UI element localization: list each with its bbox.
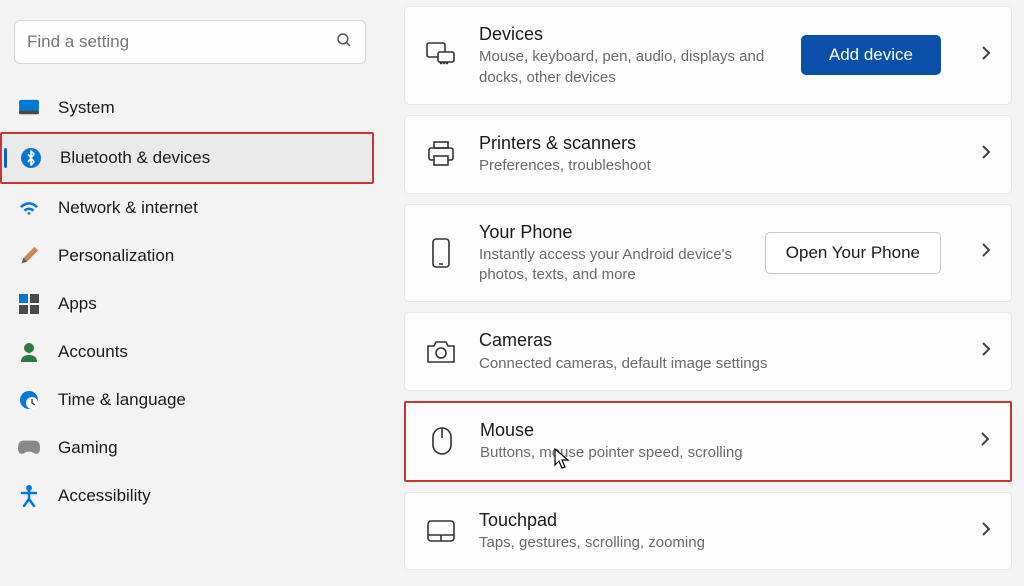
search-icon — [335, 31, 353, 54]
card-cameras[interactable]: Cameras Connected cameras, default image… — [404, 312, 1012, 391]
sidebar-item-bluetooth-devices[interactable]: Bluetooth & devices — [2, 134, 372, 182]
card-devices[interactable]: Devices Mouse, keyboard, pen, audio, dis… — [404, 6, 1012, 105]
card-printers[interactable]: Printers & scanners Preferences, trouble… — [404, 115, 1012, 194]
sidebar-item-label: Apps — [58, 294, 97, 314]
bluetooth-icon — [20, 147, 42, 169]
card-title: Devices — [479, 23, 779, 46]
sidebar-item-gaming[interactable]: Gaming — [0, 424, 380, 472]
open-your-phone-button[interactable]: Open Your Phone — [765, 232, 941, 274]
chevron-right-icon — [981, 341, 991, 362]
card-subtitle: Preferences, troubleshoot — [479, 156, 941, 176]
touchpad-icon — [425, 519, 457, 543]
sidebar-item-label: Accessibility — [58, 486, 151, 506]
monitor-icon — [18, 97, 40, 119]
search-input-container[interactable] — [14, 20, 366, 64]
sidebar-item-network[interactable]: Network & internet — [0, 184, 380, 232]
card-title: Your Phone — [479, 221, 743, 244]
content-panel: Devices Mouse, keyboard, pen, audio, dis… — [380, 0, 1024, 586]
printer-icon — [425, 141, 457, 167]
chevron-right-icon — [981, 242, 991, 263]
sidebar: System Bluetooth & devices Network & int… — [0, 0, 380, 586]
card-subtitle: Connected cameras, default image setting… — [479, 354, 941, 374]
sidebar-item-label: Network & internet — [58, 198, 198, 218]
card-title: Touchpad — [479, 509, 941, 532]
card-mouse[interactable]: Mouse Buttons, mouse pointer speed, scro… — [404, 401, 1012, 482]
paintbrush-icon — [18, 245, 40, 267]
chevron-right-icon — [981, 144, 991, 165]
sidebar-item-accessibility[interactable]: Accessibility — [0, 472, 380, 520]
devices-icon — [425, 42, 457, 68]
accessibility-icon — [18, 485, 40, 507]
chevron-right-icon — [981, 521, 991, 542]
card-your-phone[interactable]: Your Phone Instantly access your Android… — [404, 204, 1012, 303]
sidebar-item-label: Personalization — [58, 246, 174, 266]
phone-icon — [425, 238, 457, 268]
card-title: Cameras — [479, 329, 941, 352]
mouse-icon — [426, 426, 458, 456]
wifi-icon — [18, 197, 40, 219]
sidebar-item-label: Accounts — [58, 342, 128, 362]
camera-icon — [425, 340, 457, 364]
sidebar-item-apps[interactable]: Apps — [0, 280, 380, 328]
apps-icon — [18, 293, 40, 315]
sidebar-item-personalization[interactable]: Personalization — [0, 232, 380, 280]
sidebar-item-label: Gaming — [58, 438, 118, 458]
sidebar-item-label: Bluetooth & devices — [60, 148, 210, 168]
sidebar-item-label: System — [58, 98, 115, 118]
card-title: Printers & scanners — [479, 132, 941, 155]
globe-clock-icon — [18, 389, 40, 411]
add-device-button[interactable]: Add device — [801, 35, 941, 75]
card-subtitle: Mouse, keyboard, pen, audio, displays an… — [479, 47, 779, 88]
person-icon — [18, 341, 40, 363]
sidebar-item-accounts[interactable]: Accounts — [0, 328, 380, 376]
sidebar-item-time-language[interactable]: Time & language — [0, 376, 380, 424]
card-subtitle: Taps, gestures, scrolling, zooming — [479, 533, 941, 553]
chevron-right-icon — [980, 431, 990, 452]
sidebar-item-label: Time & language — [58, 390, 186, 410]
search-input[interactable] — [27, 32, 335, 52]
chevron-right-icon — [981, 45, 991, 66]
card-title: Mouse — [480, 419, 940, 442]
sidebar-item-system[interactable]: System — [0, 84, 380, 132]
card-subtitle: Instantly access your Android device's p… — [479, 245, 743, 286]
card-subtitle: Buttons, mouse pointer speed, scrolling — [480, 443, 940, 463]
card-touchpad[interactable]: Touchpad Taps, gestures, scrolling, zoom… — [404, 492, 1012, 571]
gamepad-icon — [18, 437, 40, 459]
